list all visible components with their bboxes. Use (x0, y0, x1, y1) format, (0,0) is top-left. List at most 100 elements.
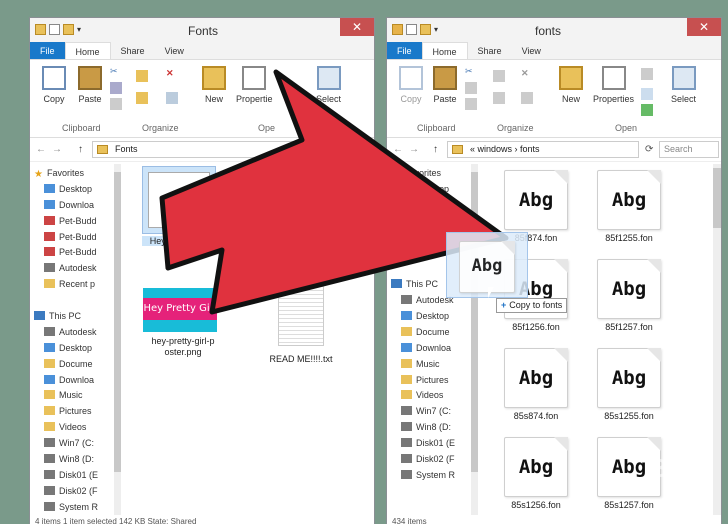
delete-icon[interactable]: ✕ (521, 68, 533, 80)
nav-pet-budd-3[interactable]: Pet-Budd (30, 245, 112, 261)
paste-shortcut-icon[interactable] (465, 98, 477, 110)
file-item-png[interactable]: Hey Pretty Girl hey-pretty-girl-p oster.… (143, 288, 223, 358)
title-bar[interactable]: ▾ Fonts ✕ (30, 18, 374, 42)
nav-videos[interactable]: Videos (387, 388, 469, 404)
back-button[interactable]: ← (393, 144, 403, 155)
nav-scrollbar[interactable] (471, 164, 478, 524)
nav-this-pc[interactable]: This PC (30, 309, 112, 325)
tab-share[interactable]: Share (111, 42, 155, 59)
font-file-item[interactable]: Abg 85f1255.fon (589, 170, 669, 243)
refresh-button[interactable]: ⟳ (645, 144, 653, 155)
forward-button[interactable]: → (52, 144, 62, 155)
copy-to-icon[interactable] (136, 92, 148, 104)
tab-home[interactable]: Home (64, 42, 111, 59)
nav-disk02[interactable]: Disk02 (F (30, 484, 112, 500)
file-item-ttf[interactable]: Hey Pretty Girl.ttf (142, 166, 226, 246)
nav-downloads-pc[interactable]: Downloa (30, 373, 112, 389)
scroll-thumb[interactable] (471, 172, 478, 472)
nav-music[interactable]: Music (30, 388, 112, 404)
up-button[interactable]: ↑ (433, 144, 438, 155)
nav-downloads[interactable]: Downloa (387, 198, 469, 214)
close-button[interactable]: ✕ (687, 18, 721, 36)
move-to-icon[interactable] (136, 70, 148, 82)
nav-downloads[interactable]: Downloa (30, 198, 112, 214)
tab-view[interactable]: View (512, 42, 551, 59)
cut-icon[interactable]: ✂ (465, 66, 477, 78)
tab-share[interactable]: Share (468, 42, 512, 59)
copy-path-icon[interactable] (110, 82, 122, 94)
nav-desktop[interactable]: Desktop (387, 182, 469, 198)
font-file-item[interactable]: Abg 85f1257.fon (589, 259, 669, 332)
address-bar[interactable]: « windows › fonts (447, 141, 639, 158)
nav-system-reserved[interactable]: System R (30, 500, 112, 516)
copy-button[interactable]: Copy (399, 66, 423, 104)
nav-win8-drive[interactable]: Win8 (D: (387, 420, 469, 436)
tab-file[interactable]: File (387, 42, 422, 59)
tab-view[interactable]: View (155, 42, 194, 59)
nav-win7-drive[interactable]: Win7 (C: (30, 436, 112, 452)
paste-shortcut-icon[interactable] (110, 98, 122, 110)
file-item-txt[interactable]: READ ME!!!!.txt (260, 286, 342, 364)
nav-win7-drive[interactable]: Win7 (C: (387, 404, 469, 420)
nav-pictures[interactable]: Pictures (387, 373, 469, 389)
nav-autodesk[interactable]: Autodesk (30, 261, 112, 277)
rename-icon[interactable] (521, 92, 533, 104)
font-file-item[interactable]: Abg 85s1255.fon (589, 348, 669, 421)
properties-button[interactable]: Propertie (236, 66, 273, 104)
scroll-thumb[interactable] (713, 168, 721, 228)
nav-documents[interactable]: Docume (387, 325, 469, 341)
nav-downloads-pc[interactable]: Downloa (387, 341, 469, 357)
close-button[interactable]: ✕ (340, 18, 374, 36)
nav-scrollbar[interactable] (114, 164, 121, 524)
nav-disk01[interactable]: Disk01 (E (387, 436, 469, 452)
back-button[interactable]: ← (36, 144, 46, 155)
font-file-item[interactable]: Abg 85s1256.fon (496, 437, 576, 510)
nav-videos[interactable]: Videos (30, 420, 112, 436)
nav-favorites[interactable]: ★ Favorites (387, 166, 469, 182)
search-input[interactable]: Search (659, 141, 719, 158)
scroll-thumb[interactable] (114, 172, 121, 472)
tab-file[interactable]: File (30, 42, 65, 59)
new-folder-icon[interactable] (420, 24, 431, 35)
nav-pictures[interactable]: Pictures (30, 404, 112, 420)
nav-disk02[interactable]: Disk02 (F (387, 452, 469, 468)
move-to-icon[interactable] (493, 70, 505, 82)
properties-icon[interactable] (49, 24, 60, 35)
customize-dropdown-icon[interactable]: ▾ (77, 24, 88, 35)
select-button[interactable]: Select (316, 66, 341, 104)
cut-icon[interactable]: ✂ (110, 66, 122, 78)
paste-button[interactable]: Paste (433, 66, 457, 104)
tab-home[interactable]: Home (421, 42, 468, 59)
forward-button[interactable]: → (409, 144, 419, 155)
copy-button[interactable]: Copy (42, 66, 66, 104)
select-button[interactable]: Select (671, 66, 696, 104)
new-folder-button[interactable]: New (559, 66, 583, 104)
edit-icon[interactable] (641, 88, 653, 100)
nav-autodesk-pc[interactable]: Autodesk (30, 325, 112, 341)
content-scrollbar[interactable] (713, 164, 721, 524)
new-folder-icon[interactable] (63, 24, 74, 35)
nav-win8-drive[interactable]: Win8 (D: (30, 452, 112, 468)
nav-desktop-pc[interactable]: Desktop (30, 341, 112, 357)
properties-icon[interactable] (406, 24, 417, 35)
address-bar[interactable]: Fonts (92, 141, 372, 158)
nav-pet-budd-1[interactable]: Pet-Budd (30, 214, 112, 230)
nav-desktop-pc[interactable]: Desktop (387, 309, 469, 325)
nav-system-reserved[interactable]: System R (387, 468, 469, 484)
up-button[interactable]: ↑ (78, 144, 83, 155)
rename-icon[interactable] (166, 92, 178, 104)
nav-music[interactable]: Music (387, 357, 469, 373)
open-icon[interactable] (641, 68, 653, 80)
properties-button[interactable]: Properties (593, 66, 634, 104)
customize-dropdown-icon[interactable]: ▾ (434, 24, 445, 35)
nav-recent[interactable]: Recent p (30, 277, 112, 293)
nav-desktop[interactable]: Desktop (30, 182, 112, 198)
history-icon[interactable] (641, 104, 653, 116)
nav-disk01[interactable]: Disk01 (E (30, 468, 112, 484)
nav-pet-budd-2[interactable]: Pet-Budd (30, 230, 112, 246)
copy-path-icon[interactable] (465, 82, 477, 94)
delete-icon[interactable]: ✕ (166, 68, 178, 80)
copy-to-icon[interactable] (493, 92, 505, 104)
nav-documents[interactable]: Docume (30, 357, 112, 373)
paste-button[interactable]: Paste (78, 66, 102, 104)
